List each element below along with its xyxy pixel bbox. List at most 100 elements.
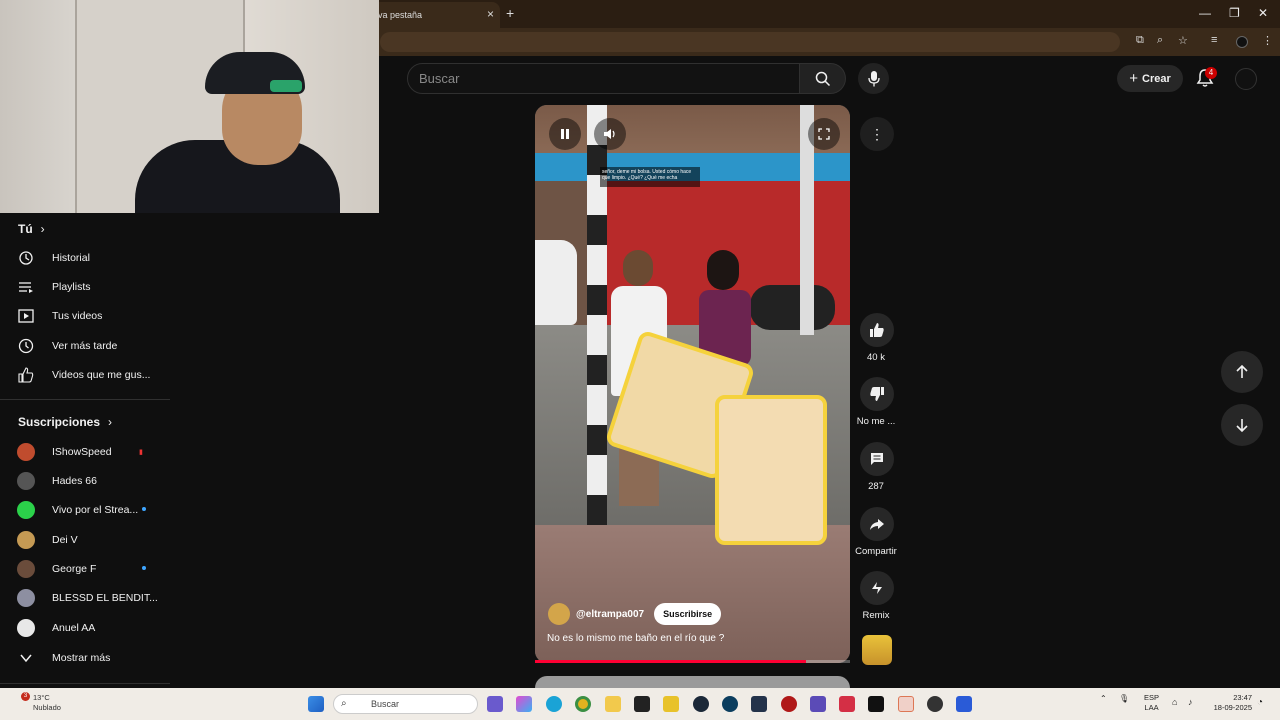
subscription-george-f[interactable]: George F — [0, 554, 170, 583]
thumbs-down-icon — [870, 387, 884, 401]
app-icon[interactable] — [839, 696, 855, 712]
chrome-icon[interactable] — [575, 696, 591, 712]
video-caption-overlay: señor, deme mi bolsa. Usted cómo hace qu… — [600, 167, 700, 187]
close-window-button[interactable]: ✕ — [1258, 6, 1268, 20]
channel-avatar — [17, 559, 35, 578]
channel-name[interactable]: @eltrampa007 — [576, 609, 644, 620]
like-button[interactable] — [860, 313, 894, 347]
browser-tab[interactable]: va pestaña × — [372, 2, 500, 28]
subscription-hades66[interactable]: Hades 66 — [0, 466, 170, 495]
subscription-anuel-aa[interactable]: Anuel AA — [0, 613, 170, 642]
app-icon[interactable] — [781, 696, 797, 712]
app-icon[interactable] — [810, 696, 826, 712]
search-input[interactable]: Buscar — [407, 63, 800, 94]
dislike-button[interactable] — [860, 377, 894, 411]
next-short-button[interactable] — [1221, 404, 1263, 446]
chevron-right-icon: › — [108, 415, 113, 429]
minimize-button[interactable]: — — [1199, 6, 1211, 20]
subscribe-button[interactable]: Suscribirse — [654, 603, 722, 625]
app-icon[interactable] — [663, 696, 679, 712]
taskbar-search[interactable]: Buscar — [333, 694, 478, 714]
fullscreen-icon — [818, 128, 830, 140]
channel-avatar — [17, 500, 35, 519]
sidebar-you-heading[interactable]: Tú › — [18, 222, 45, 236]
app-icon[interactable] — [927, 696, 943, 712]
taskbar-clock[interactable]: 23:47 18-09-2025 — [1208, 693, 1252, 713]
previous-short-button[interactable] — [1221, 351, 1263, 393]
short-title[interactable]: No es lo mismo me baño en el río que ? — [547, 633, 724, 644]
sound-thumbnail[interactable] — [862, 635, 892, 665]
sidebar-subscriptions-heading[interactable]: Suscripciones › — [18, 415, 112, 429]
bookmark-star-icon[interactable]: ☆ — [1178, 34, 1188, 47]
voice-search-button[interactable] — [858, 63, 889, 94]
file-explorer-icon[interactable] — [605, 696, 621, 712]
install-app-icon[interactable]: ⧉ — [1136, 34, 1144, 47]
maximize-button[interactable]: ❐ — [1229, 6, 1240, 20]
sidebar-divider — [0, 399, 170, 400]
app-icon[interactable] — [956, 696, 972, 712]
arrow-down-icon — [1236, 419, 1248, 433]
more-options-button[interactable]: ⋮ — [860, 117, 894, 151]
short-video-player[interactable] — [535, 105, 850, 663]
app-icon[interactable] — [898, 696, 914, 712]
remix-button[interactable] — [860, 571, 894, 605]
plus-icon: + — [1129, 70, 1138, 87]
volume-button[interactable] — [594, 118, 626, 150]
comments-button[interactable] — [860, 442, 894, 476]
create-label: Crear — [1142, 72, 1171, 85]
fullscreen-button[interactable] — [808, 118, 840, 150]
channel-avatar — [17, 530, 35, 549]
thumbs-up-icon — [870, 323, 884, 337]
search-icon — [815, 71, 830, 86]
address-bar[interactable] — [380, 32, 1120, 52]
subscription-ishowspeed[interactable]: IShowSpeed ▮ — [0, 437, 170, 466]
epic-games-icon[interactable] — [634, 696, 650, 712]
account-avatar[interactable] — [1235, 68, 1257, 90]
country-flag-icon: ▮ — [139, 448, 143, 456]
channel-avatar — [17, 588, 35, 607]
system-tray[interactable]: ⌃ 🎙 — [1100, 694, 1129, 703]
sidebar-item-watch-later[interactable]: Ver más tarde — [0, 331, 170, 360]
subscription-dei-v[interactable]: Dei V — [0, 525, 170, 554]
copilot-icon[interactable] — [516, 696, 532, 712]
pause-button[interactable] — [549, 118, 581, 150]
tiktok-icon[interactable] — [868, 696, 884, 712]
sidebar: Tú › Historial Playlists Tus videos Ver … — [0, 213, 170, 688]
remix-label: Remix — [862, 610, 890, 621]
thumbs-up-icon — [18, 366, 34, 383]
profile-icon[interactable] — [1236, 36, 1248, 48]
sidebar-divider — [0, 683, 170, 684]
playlist-icon — [18, 279, 34, 295]
sidebar-item-history[interactable]: Historial — [0, 243, 170, 272]
language-indicator[interactable]: ESP LAA — [1144, 693, 1159, 713]
chat-icon[interactable] — [487, 696, 503, 712]
subscription-vivo-por-el-stream[interactable]: Vivo por el Strea... — [0, 495, 170, 524]
browser-menu-icon[interactable]: ⋮ — [1262, 34, 1273, 47]
steam-icon[interactable] — [693, 696, 709, 712]
notification-center-icon[interactable]: ◔ — [1257, 697, 1263, 708]
dislike-label: No me ... — [856, 416, 896, 427]
reading-list-icon[interactable]: ≡ — [1211, 34, 1217, 46]
search-button[interactable] — [800, 63, 846, 94]
new-tab-button[interactable]: + — [506, 5, 514, 21]
pause-icon — [561, 129, 569, 139]
sidebar-item-your-videos[interactable]: Tus videos — [0, 301, 170, 330]
show-more-button[interactable]: Mostrar más — [0, 643, 170, 672]
edge-icon[interactable] — [546, 696, 562, 712]
tab-close-button[interactable]: × — [487, 7, 494, 21]
windows-start-icon[interactable] — [308, 696, 324, 712]
channel-avatar — [17, 618, 35, 637]
sidebar-item-liked-videos[interactable]: Videos que me gus... — [0, 360, 170, 389]
network-icon[interactable]: ⌂ — [1172, 697, 1177, 707]
volume-icon — [604, 129, 615, 139]
app-icon[interactable] — [751, 696, 767, 712]
arrow-up-icon — [1236, 364, 1248, 378]
subscription-blessd[interactable]: BLESSD EL BENDIT... — [0, 583, 170, 612]
speaker-icon[interactable]: ♪ — [1188, 697, 1193, 707]
zoom-icon[interactable]: ⌕ — [1157, 34, 1163, 47]
app-icon[interactable] — [722, 696, 738, 712]
sidebar-item-playlists[interactable]: Playlists — [0, 272, 170, 301]
channel-avatar[interactable] — [548, 603, 570, 625]
share-button[interactable] — [860, 507, 894, 541]
create-button[interactable]: + Crear — [1117, 65, 1183, 92]
